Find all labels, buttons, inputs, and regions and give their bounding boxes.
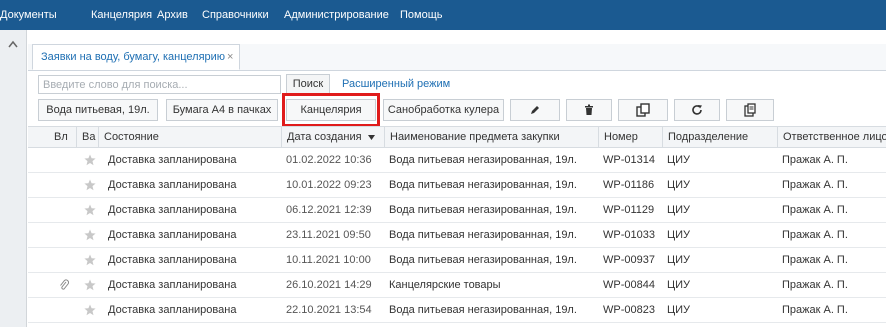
cell-responsible: Пражак А. П. [782, 204, 848, 216]
cell-name: Вода питьевая негазированная, 19л. [389, 304, 577, 316]
cell-responsible: Пражак А. П. [782, 154, 848, 166]
cell-department: ЦИУ [667, 229, 691, 241]
cell-date: 06.12.2021 12:39 [286, 204, 372, 216]
refresh-button[interactable] [674, 99, 720, 121]
col-date-label: Дата создания [287, 131, 362, 143]
water-button[interactable]: Вода питьевая, 19л. [38, 99, 158, 121]
copy-button[interactable] [618, 99, 668, 121]
main-content: Заявки на воду, бумагу, канцелярию × Пои… [28, 30, 886, 327]
cell-state: Доставка запланирована [108, 154, 237, 166]
tab-requests[interactable]: Заявки на воду, бумагу, канцелярию × [32, 44, 240, 70]
cell-state: Доставка запланирована [108, 254, 237, 266]
delete-button[interactable] [566, 99, 612, 121]
star-icon[interactable] [84, 279, 96, 291]
table-row[interactable]: Доставка запланирована 01.02.2022 10:36 Во… [28, 148, 886, 173]
cell-number: WP-01033 [603, 229, 655, 241]
tab-strip: Заявки на воду, бумагу, канцелярию × [28, 44, 886, 71]
menu-documents[interactable]: Документы [0, 0, 57, 30]
cell-name: Вода питьевая негазированная, 19л. [389, 229, 577, 241]
cell-name: Вода питьевая негазированная, 19л. [389, 179, 577, 191]
cell-number: WP-00844 [603, 279, 655, 291]
col-num[interactable]: Номер [598, 127, 662, 147]
cell-department: ЦИУ [667, 304, 691, 316]
cell-responsible: Пражак А. П. [782, 179, 848, 191]
paperclip-icon[interactable] [59, 279, 69, 291]
advanced-mode-link[interactable]: Расширенный режим [342, 74, 450, 94]
cell-responsible: Пражак А. П. [782, 229, 848, 241]
cell-date: 23.11.2021 09:50 [286, 229, 371, 241]
menu-administration[interactable]: Администрирование [284, 0, 389, 30]
cell-name: Вода питьевая негазированная, 19л. [389, 204, 577, 216]
col-dep[interactable]: Подразделение [662, 127, 777, 147]
table-row[interactable]: Доставка запланирована 26.10.2021 14:29 Ка… [28, 273, 886, 298]
cell-department: ЦИУ [667, 154, 691, 166]
cell-date: 10.11.2021 10:00 [286, 254, 371, 266]
star-icon[interactable] [84, 254, 96, 266]
cell-name: Канцелярские товары [389, 279, 501, 291]
cell-date: 26.10.2021 14:29 [286, 279, 372, 291]
menu-help[interactable]: Помощь [400, 0, 443, 30]
cell-date: 01.02.2022 10:36 [286, 154, 372, 166]
menu-chancellery[interactable]: Канцелярия [91, 0, 152, 30]
cell-responsible: Пражак А. П. [782, 254, 848, 266]
cell-number: WP-01186 [603, 179, 655, 191]
col-vl-label[interactable]: Вл [49, 127, 77, 147]
cell-department: ЦИУ [667, 254, 691, 266]
trash-icon [585, 104, 593, 115]
col-va[interactable]: Ва [76, 127, 98, 147]
cell-responsible: Пражак А. П. [782, 304, 848, 316]
menu-archive[interactable]: Архив [157, 0, 188, 30]
col-resp[interactable]: Ответственное лицо [777, 127, 886, 147]
table-row[interactable]: Доставка запланирована 22.10.2021 13:54 Во… [28, 298, 886, 323]
cell-number: WP-01129 [603, 204, 655, 216]
cell-state: Доставка запланирована [108, 229, 237, 241]
col-name[interactable]: Наименование предмета закупки [384, 127, 598, 147]
left-panel [0, 30, 27, 327]
search-button[interactable]: Поиск [286, 74, 330, 94]
cell-date: 22.10.2021 13:54 [286, 304, 372, 316]
star-icon[interactable] [84, 154, 96, 166]
cell-responsible: Пражак А. П. [782, 279, 848, 291]
cell-department: ЦИУ [667, 179, 691, 191]
star-icon[interactable] [84, 304, 96, 316]
cell-state: Доставка запланирована [108, 204, 237, 216]
cell-date: 10.01.2022 09:23 [286, 179, 372, 191]
star-icon[interactable] [84, 179, 96, 191]
star-icon[interactable] [84, 204, 96, 216]
edit-button[interactable] [510, 99, 560, 121]
cell-number: WP-00937 [603, 254, 655, 266]
cell-department: ЦИУ [667, 204, 691, 216]
table-row[interactable]: Доставка запланирована 10.11.2021 10:00 Во… [28, 248, 886, 273]
table-header: Вл Ва Состояние Дата создания Наименован… [28, 126, 886, 148]
cell-number: WP-00823 [603, 304, 655, 316]
paper-button[interactable]: Бумага А4 в пачках [166, 99, 278, 121]
table-row[interactable]: Доставка запланирована 23.11.2021 09:50 Во… [28, 223, 886, 248]
refresh-icon [692, 105, 702, 115]
star-icon[interactable] [84, 229, 96, 241]
cell-state: Доставка запланирована [108, 304, 237, 316]
export-icon [744, 103, 756, 117]
table-row[interactable]: Доставка запланирована 10.01.2022 09:23 Во… [28, 173, 886, 198]
top-menu-bar: Документы Канцелярия Архив Справочники А… [0, 0, 886, 30]
search-input[interactable] [38, 75, 281, 94]
cell-name: Вода питьевая негазированная, 19л. [389, 154, 577, 166]
cell-state: Доставка запланирована [108, 279, 237, 291]
copy-icon [636, 103, 650, 117]
col-state[interactable]: Состояние [98, 127, 281, 147]
pencil-icon [531, 106, 539, 114]
cooler-sanitation-button[interactable]: Санобработка кулера [383, 99, 504, 121]
cell-state: Доставка запланирована [108, 179, 237, 191]
cell-number: WP-01314 [603, 154, 655, 166]
menu-directories[interactable]: Справочники [202, 0, 269, 30]
close-icon[interactable]: × [227, 45, 233, 69]
export-button[interactable] [726, 99, 774, 121]
sort-down-icon [367, 134, 375, 140]
col-date[interactable]: Дата создания [281, 127, 384, 147]
cell-name: Вода питьевая негазированная, 19л. [389, 254, 577, 266]
chevron-up-icon[interactable] [8, 40, 18, 48]
cell-department: ЦИУ [667, 279, 691, 291]
table-row[interactable]: Доставка запланирована 06.12.2021 12:39 Во… [28, 198, 886, 223]
tab-label: Заявки на воду, бумагу, канцелярию [41, 51, 226, 63]
stationery-button[interactable]: Канцелярия [286, 99, 376, 121]
